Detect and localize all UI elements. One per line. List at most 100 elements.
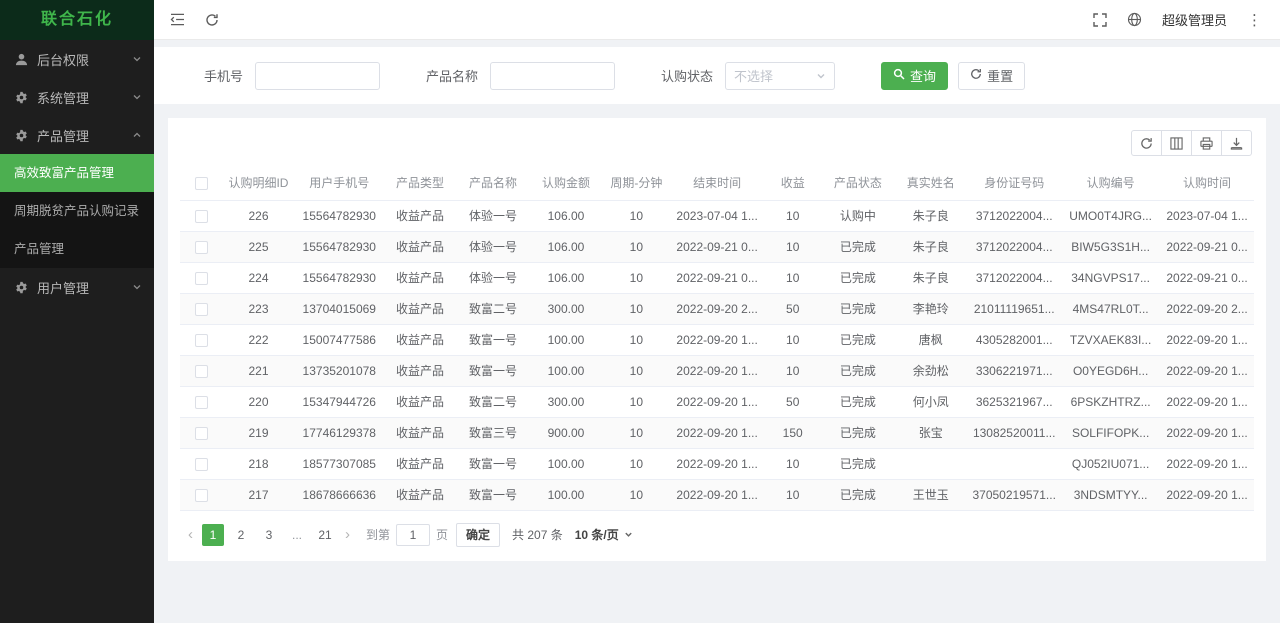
prev-page-button[interactable]: ‹ (182, 527, 199, 542)
chevron-down-icon (816, 71, 826, 81)
table-row: 22615564782930收益产品体验一号106.00102023-07-04… (180, 200, 1254, 231)
table-refresh-icon[interactable] (1131, 130, 1162, 156)
table-cell: 106.00 (530, 200, 603, 231)
page-jump: 到第 页 (366, 524, 448, 546)
pagination: ‹ 123...21 › 到第 页 确定 共 207 条 10 条/页 (180, 511, 1254, 553)
row-checkbox[interactable] (195, 241, 208, 254)
table-cell: 致富一号 (457, 479, 530, 510)
page-button[interactable]: 3 (258, 524, 280, 546)
table-row: 22415564782930收益产品体验一号106.00102022-09-21… (180, 262, 1254, 293)
status-select[interactable]: 不选择 (725, 62, 835, 90)
product-name-field: 产品名称 (426, 62, 615, 90)
print-icon[interactable] (1191, 130, 1222, 156)
next-page-button[interactable]: › (339, 527, 356, 542)
column-settings-icon[interactable] (1161, 130, 1192, 156)
sidebar-item-label: 后台权限 (37, 50, 124, 69)
language-globe-icon[interactable] (1127, 12, 1142, 27)
table-cell: 致富二号 (457, 386, 530, 417)
table-cell: 已完成 (821, 231, 894, 262)
sidebar-item[interactable]: 产品管理 (0, 116, 154, 154)
table-cell: 唐枫 (894, 324, 967, 355)
gear-icon (14, 129, 29, 142)
table-cell: 3NDSMTYY... (1061, 479, 1160, 510)
page-size-select[interactable]: 10 条/页 (575, 526, 633, 543)
more-menu-icon[interactable]: ⋮ (1247, 11, 1262, 29)
table-cell: 收益产品 (384, 417, 457, 448)
table-cell: 已完成 (821, 262, 894, 293)
table-cell: 2022-09-21 0... (670, 262, 764, 293)
page-jump-input[interactable] (396, 524, 430, 546)
row-checkbox[interactable] (195, 334, 208, 347)
table-cell: 223 (222, 293, 295, 324)
row-checkbox[interactable] (195, 458, 208, 471)
query-button[interactable]: 查询 (881, 62, 948, 90)
sidebar-subitem[interactable]: 产品管理 (0, 230, 154, 268)
sidebar-subitem[interactable]: 高效致富产品管理 (0, 154, 154, 192)
current-user[interactable]: 超级管理员 (1162, 10, 1227, 29)
table-row: 22313704015069收益产品致富二号300.00102022-09-20… (180, 293, 1254, 324)
row-checkbox[interactable] (195, 272, 208, 285)
row-checkbox[interactable] (195, 210, 208, 223)
refresh-icon[interactable] (205, 13, 219, 27)
table-cell: 王世玉 (894, 479, 967, 510)
table-body: 22615564782930收益产品体验一号106.00102023-07-04… (180, 200, 1254, 510)
row-checkbox[interactable] (195, 427, 208, 440)
sidebar-item[interactable]: 系统管理 (0, 78, 154, 116)
column-header: 认购金额 (530, 166, 603, 200)
table-cell: 余劲松 (894, 355, 967, 386)
table-cell: 18678666636 (295, 479, 384, 510)
page-content: 手机号 产品名称 认购状态 不选择 (154, 40, 1280, 623)
table-cell: 已完成 (821, 448, 894, 479)
confirm-page-button[interactable]: 确定 (456, 523, 500, 547)
collapse-menu-icon[interactable] (170, 13, 185, 26)
column-header: 用户手机号 (295, 166, 384, 200)
table-cell: 10 (602, 355, 670, 386)
table-cell: 已完成 (821, 293, 894, 324)
topbar: 超级管理员 ⋮ (154, 0, 1280, 40)
table-cell: 体验一号 (457, 262, 530, 293)
table-cell: 致富三号 (457, 417, 530, 448)
page-button[interactable]: 1 (202, 524, 224, 546)
page-button[interactable]: 2 (230, 524, 252, 546)
table-cell: 219 (222, 417, 295, 448)
table-cell: 10 (764, 355, 821, 386)
table-cell: 15347944726 (295, 386, 384, 417)
status-field: 认购状态 不选择 (661, 62, 835, 90)
export-download-icon[interactable] (1221, 130, 1252, 156)
table-cell: 致富一号 (457, 355, 530, 386)
table-cell: QJ052IU071... (1061, 448, 1160, 479)
table-cell: 100.00 (530, 448, 603, 479)
fullscreen-icon[interactable] (1093, 13, 1107, 27)
row-checkbox[interactable] (195, 365, 208, 378)
phone-input[interactable] (255, 62, 380, 90)
reset-button[interactable]: 重置 (958, 62, 1025, 90)
product-name-input[interactable] (490, 62, 615, 90)
table-cell: TZVXAEK83I... (1061, 324, 1160, 355)
table-cell: 3712022004... (967, 200, 1061, 231)
table-cell: 收益产品 (384, 293, 457, 324)
gear-icon (14, 91, 29, 104)
reset-button-label: 重置 (987, 66, 1013, 85)
sidebar-item[interactable]: 后台权限 (0, 40, 154, 78)
table-cell: 朱子良 (894, 231, 967, 262)
table-cell: 900.00 (530, 417, 603, 448)
select-all-checkbox[interactable] (195, 177, 208, 190)
column-header: 周期-分钟 (602, 166, 670, 200)
table-cell: 34NGVPS17... (1061, 262, 1160, 293)
row-checkbox[interactable] (195, 396, 208, 409)
row-checkbox[interactable] (195, 303, 208, 316)
table-cell: O0YEGD6H... (1061, 355, 1160, 386)
table-cell: 2022-09-20 1... (670, 448, 764, 479)
column-header: 认购时间 (1160, 166, 1254, 200)
sidebar-subitem[interactable]: 周期脱贫产品认购记录 (0, 192, 154, 230)
column-header: 结束时间 (670, 166, 764, 200)
phone-field: 手机号 (204, 62, 380, 90)
data-table: 认购明细ID用户手机号产品类型产品名称认购金额周期-分钟结束时间收益产品状态真实… (180, 166, 1254, 511)
sidebar-item[interactable]: 用户管理 (0, 268, 154, 306)
page-button[interactable]: 21 (314, 524, 336, 546)
table-cell: 13704015069 (295, 293, 384, 324)
table-cell: 致富一号 (457, 324, 530, 355)
sidebar-item-label: 系统管理 (37, 88, 124, 107)
row-checkbox[interactable] (195, 489, 208, 502)
table-cell: 10 (602, 293, 670, 324)
